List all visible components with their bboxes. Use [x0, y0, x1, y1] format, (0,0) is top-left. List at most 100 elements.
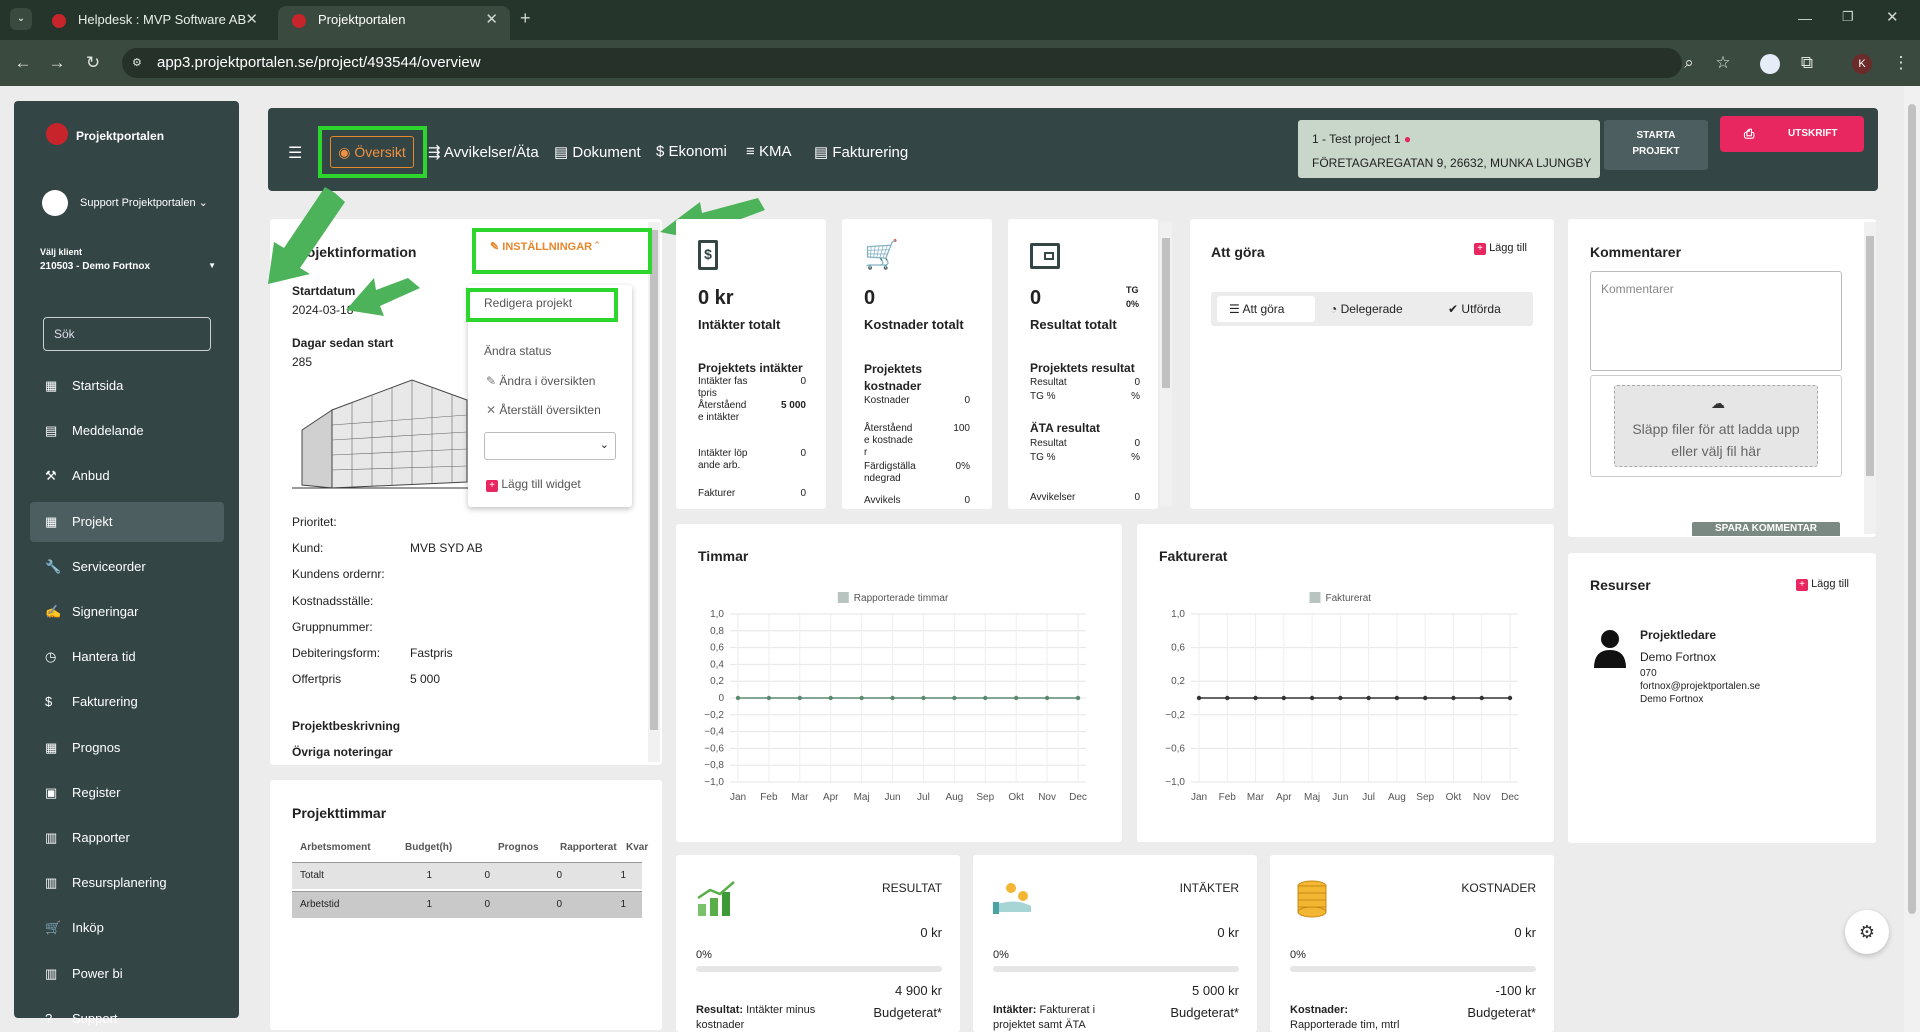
restore-icon[interactable]: ❐ [1842, 9, 1854, 25]
browser-menu-icon[interactable]: ⋮ [1890, 52, 1912, 74]
summary-value: 0 kr [920, 925, 942, 940]
forward-icon[interactable]: → [46, 52, 68, 74]
back-icon[interactable]: ← [12, 52, 34, 74]
bookmark-star-icon[interactable]: ☆ [1712, 52, 1734, 74]
menu-item-aterstall[interactable]: ✕ Återställ översikten [486, 403, 601, 417]
summary-pct: 0% [1290, 949, 1306, 961]
kpi-income-label: Intäkter totalt [698, 317, 781, 332]
sidebar-item-anbud[interactable]: ⚒ Anbud [30, 456, 224, 496]
sidebar-search-input[interactable]: Sök [43, 317, 211, 351]
hamburger-menu-icon[interactable]: ☰ [288, 143, 302, 163]
comment-textarea[interactable]: Kommentarer [1590, 271, 1842, 371]
field-label: Kund: [292, 541, 324, 556]
reload-icon[interactable]: ↻ [82, 52, 104, 74]
timmar-title: Timmar [698, 548, 749, 564]
sidebar-item-meddelande[interactable]: ▤ Meddelande [30, 411, 224, 451]
scrollbar-thumb[interactable] [1908, 104, 1916, 914]
todo-tab-utforda[interactable]: ✔ Utförda [1448, 302, 1501, 316]
x-tick-label: Sep [1416, 792, 1434, 803]
sidebar-item-ink-p[interactable]: 🛒 Inköp [30, 908, 224, 948]
extensions-puzzle-icon[interactable]: ⧉ [1796, 52, 1818, 74]
widget-select[interactable]: ⌄ [484, 432, 616, 460]
page-scrollbar[interactable] [1904, 86, 1920, 1032]
sidebar-item-label: Hantera tid [72, 649, 136, 665]
comments-title: Kommentarer [1590, 244, 1682, 260]
tab-ekonomi[interactable]: $ Ekonomi [656, 143, 727, 160]
sidebar-item-register[interactable]: ▣ Register [30, 773, 224, 813]
gear-icon: ⚙ [1858, 922, 1876, 942]
field-label: Kostnadsställe: [292, 593, 374, 608]
sidebar-item-startsida[interactable]: ▦ Startsida [30, 366, 224, 406]
kpi-row-value: 0 [800, 488, 806, 499]
site-info-icon[interactable]: ⚙ [132, 56, 146, 70]
start-project-button[interactable]: STARTA PROJEKT [1604, 120, 1708, 170]
sidebar-item-resursplanering[interactable]: ▥ Resursplanering [30, 863, 224, 903]
close-tab-icon[interactable]: ✕ [245, 6, 258, 34]
resources-add-button[interactable]: + Lägg till [1796, 578, 1849, 591]
zoom-icon[interactable]: ⌕ [1678, 52, 1700, 74]
file-drop-zone[interactable]: ☁ Släpp filer för att ladda upp eller väl… [1614, 385, 1818, 467]
coins-stack-icon [1290, 878, 1334, 918]
sidebar-item-label: Power bi [72, 965, 123, 981]
help-icon: ? [45, 1010, 53, 1026]
todo-tab-att-gora[interactable]: ☰ Att göra [1217, 296, 1315, 322]
x-tick-label: Aug [1388, 792, 1406, 803]
x-tick-label: Apr [1276, 792, 1292, 803]
menu-item-andra-oversikten[interactable]: ✎ Ändra i översikten [486, 374, 595, 388]
projekttimmar-title: Projekttimmar [292, 805, 387, 821]
minimize-icon[interactable]: — [1798, 10, 1812, 26]
sidebar-item-signeringar[interactable]: ✍ Signeringar [30, 592, 224, 632]
user-menu[interactable]: Support Projektportalen ⌄ [80, 196, 208, 209]
summary-title: INTÄKTER [1179, 881, 1239, 895]
menu-item-lagg-till-widget[interactable]: + Lägg till widget [486, 477, 581, 492]
x-tick-label: Jun [884, 792, 900, 803]
tab-avvikelser[interactable]: ⇶ Avvikelser/Äta [428, 143, 539, 161]
sidebar-item-prognos[interactable]: ▦ Prognos [30, 728, 224, 768]
close-window-icon[interactable]: ✕ [1886, 8, 1899, 26]
todo-tab-delegerade[interactable]: ◔ Delegerade [1330, 302, 1403, 316]
sidebar-item-hantera-tid[interactable]: ◷ Hantera tid [30, 637, 224, 677]
tab-fakturering[interactable]: ▤ Fakturering [814, 143, 908, 161]
sidebar-item-rapporter[interactable]: ▥ Rapporter [30, 818, 224, 858]
print-button[interactable]: ⎙ UTSKRIFT [1720, 116, 1864, 152]
sidebar-item-projekt[interactable]: ▦ Projekt [30, 501, 224, 542]
hand-coins-icon [993, 878, 1037, 918]
x-tick-label: Mar [791, 792, 809, 803]
data-point [1253, 695, 1258, 701]
save-comment-button[interactable]: SPARA KOMMENTAR [1692, 522, 1840, 536]
summary-desc-bold: Resultat: [696, 1004, 744, 1016]
comments-scrollbar[interactable] [1864, 222, 1876, 534]
sidebar-item-support[interactable]: ? Support [30, 999, 224, 1032]
table-cell: Arbetstid [300, 899, 340, 910]
tab-label: Utförda [1461, 302, 1501, 316]
sidebar-item-serviceorder[interactable]: 🔧 Serviceorder [30, 547, 224, 587]
extension-icon[interactable] [1760, 54, 1780, 74]
profile-avatar[interactable]: K [1852, 54, 1872, 74]
browser-tab-projektportalen[interactable]: Projektportalen ✕ [278, 6, 510, 40]
new-tab-icon[interactable]: + [520, 8, 531, 29]
y-tick-label: 0,6 [1171, 643, 1185, 654]
client-select[interactable]: 210503 - Demo Fortnox ▼ [40, 261, 216, 272]
todo-add-button[interactable]: + Lägg till [1474, 242, 1527, 255]
summary-desc: Kostnader: Rapporterade tim, mtrl [1290, 1003, 1410, 1032]
sidebar-item-power-bi[interactable]: ▥ Power bi [30, 954, 224, 994]
sidebar-item-fakturering[interactable]: $ Fakturering [30, 682, 224, 722]
browser-tab-helpdesk[interactable]: Helpdesk : MVP Software AB ✕ [38, 6, 270, 40]
sidebar-item-label: Register [72, 784, 121, 800]
tab-kma[interactable]: ≡ KMA [746, 143, 791, 160]
summary-progress-bar [696, 966, 942, 972]
data-point [735, 695, 741, 701]
floating-settings-button[interactable]: ⚙ [1845, 910, 1889, 954]
check-circle-icon: ✔ [1448, 302, 1459, 316]
kpi-scrollbar[interactable] [1160, 222, 1172, 506]
tab-search-icon[interactable]: ⌄ [10, 8, 32, 30]
data-point [1366, 695, 1371, 701]
data-point [1196, 695, 1202, 701]
url-input[interactable]: app3.projektportalen.se/project/493544/o… [122, 48, 1682, 78]
kpi-row-value: 0 [1134, 492, 1140, 503]
data-point [1507, 695, 1513, 701]
tab-oversikt[interactable]: ◉ Översikt [330, 136, 414, 168]
close-tab-icon[interactable]: ✕ [485, 6, 498, 34]
tab-dokument[interactable]: ▤ Dokument [554, 143, 641, 161]
resource-role: Projektledare [1640, 628, 1717, 642]
